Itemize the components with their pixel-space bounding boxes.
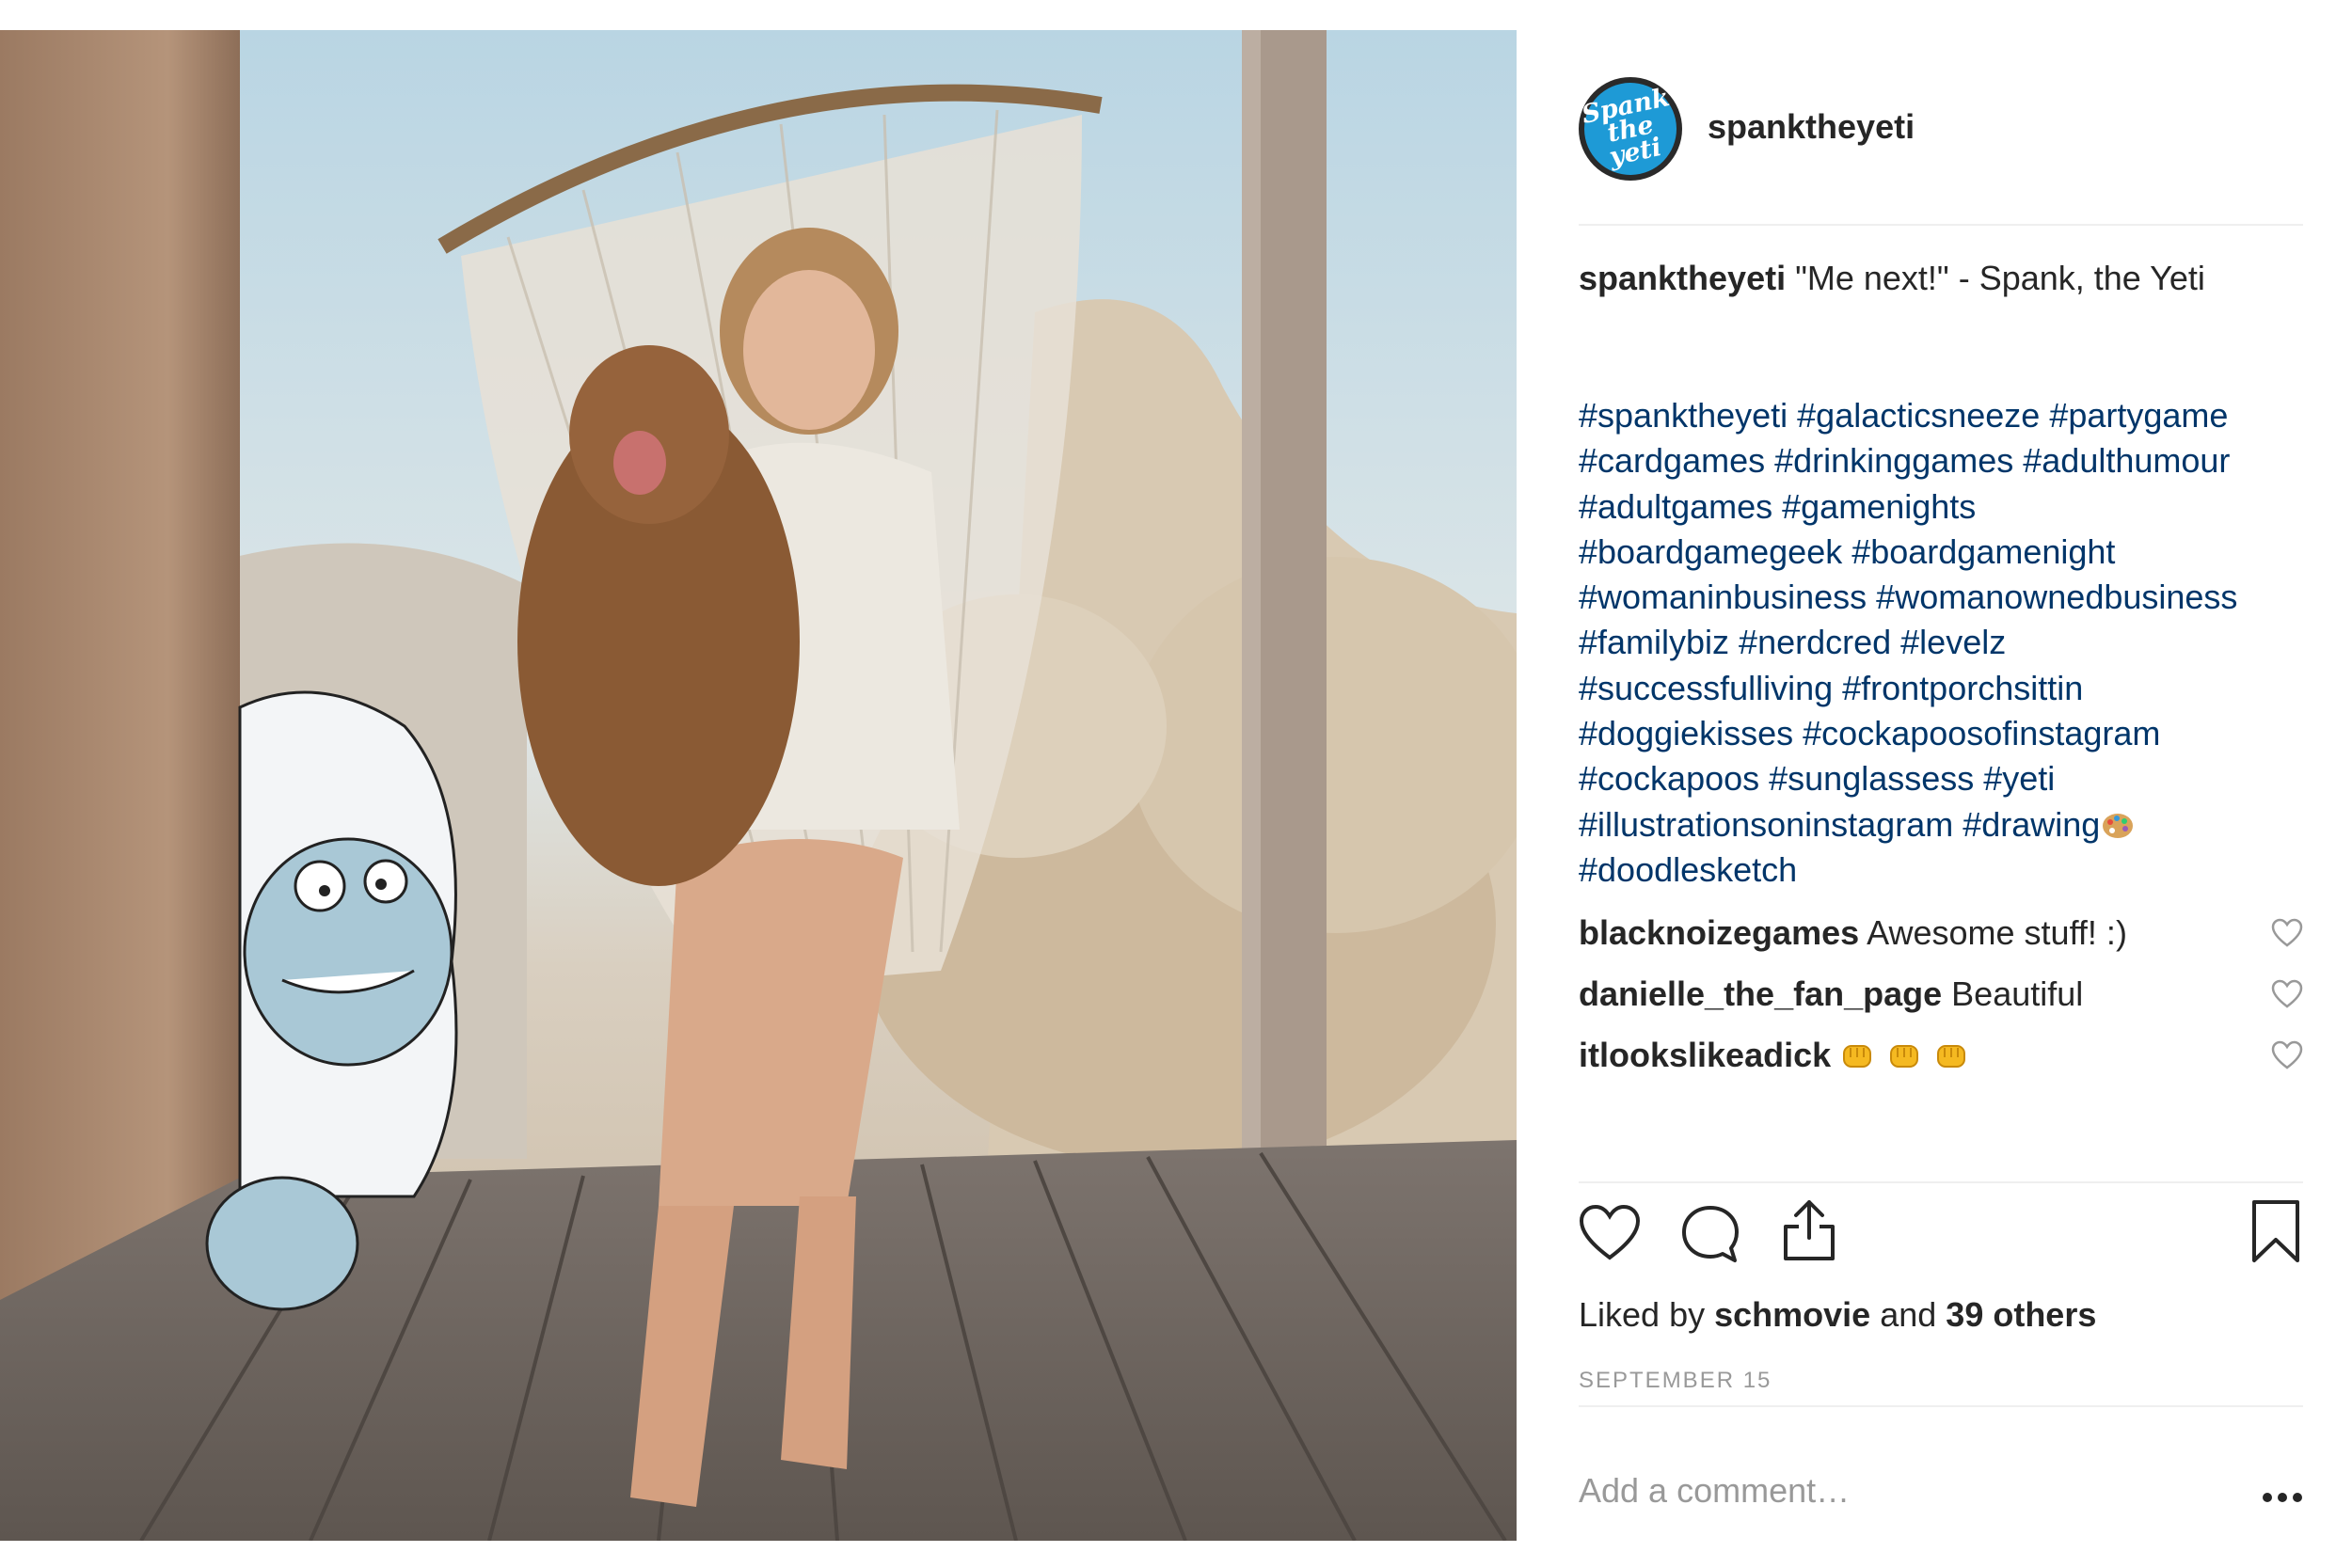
hashtag-line[interactable]: #cockapoos #sunglassess #yeti	[1579, 756, 2303, 801]
hashtag-line[interactable]: #successfulliving #frontporchsittin	[1579, 666, 2303, 711]
hashtag-line[interactable]: #illustrationsoninstagram #drawing	[1579, 805, 2100, 844]
hashtag-line[interactable]: #cardgames #drinkinggames #adulthumour	[1579, 438, 2303, 483]
caption: spanktheyeti "Me next!" - Spank, the Yet…	[1579, 256, 2256, 301]
post-date[interactable]: SEPTEMBER 15	[1579, 1368, 1772, 1394]
hashtag-block: #spanktheyeti #galacticsneeze #partygame…	[1579, 393, 2303, 893]
likes-line: Liked by schmovie and 39 others	[1579, 1292, 2096, 1338]
likes-user[interactable]: schmovie	[1714, 1295, 1870, 1334]
comment-icon[interactable]	[1680, 1204, 1740, 1264]
comment-text: Awesome stuff! :)	[1867, 913, 2127, 952]
action-bar	[1579, 1200, 2303, 1279]
comment-text: Beautiful	[1951, 974, 2084, 1013]
add-comment-input[interactable]	[1579, 1467, 2228, 1514]
comment-emoji-group	[1840, 1036, 1981, 1074]
comment-row: blacknoizegames Awesome stuff! :)	[1579, 911, 2303, 956]
likes-prefix: Liked by	[1579, 1295, 1706, 1334]
comment-username[interactable]: danielle_the_fan_page	[1579, 974, 1942, 1013]
fist-emoji-icon	[1937, 1045, 1966, 1068]
comment-username[interactable]: itlookslikeadick	[1579, 1036, 1831, 1074]
hashtag-line[interactable]: #boardgamegeek #boardgamenight	[1579, 530, 2303, 575]
header-username[interactable]: spanktheyeti	[1708, 107, 1915, 147]
hashtag-line[interactable]: #womaninbusiness #womanownedbusiness	[1579, 575, 2303, 620]
heart-icon[interactable]	[2271, 918, 2303, 948]
likes-others[interactable]: 39 others	[1946, 1295, 2096, 1334]
comment-row: danielle_the_fan_page Beautiful	[1579, 972, 2303, 1017]
likes-joiner: and	[1880, 1295, 1937, 1334]
avatar[interactable]: Spank the yeti	[1579, 77, 1682, 181]
heart-icon[interactable]	[2271, 1040, 2303, 1070]
fist-emoji-icon	[1890, 1045, 1919, 1068]
hashtag-line[interactable]: #familybiz #nerdcred #levelz	[1579, 620, 2303, 665]
palette-emoji-icon	[2103, 813, 2134, 838]
fist-emoji-icon	[1843, 1045, 1872, 1068]
hashtag-line[interactable]: #spanktheyeti #galacticsneeze #partygame	[1579, 393, 2303, 438]
heart-icon[interactable]	[2271, 979, 2303, 1009]
comments-divider	[1579, 1181, 2303, 1183]
bookmark-icon[interactable]	[2250, 1198, 2301, 1264]
hashtag-line[interactable]: #adultgames #gamenights	[1579, 484, 2303, 530]
footer-divider	[1579, 1405, 2303, 1407]
header-divider	[1579, 224, 2303, 226]
heart-icon[interactable]	[1579, 1204, 1641, 1262]
hashtag-line[interactable]: #doodlesketch	[1579, 847, 2303, 893]
post-photo[interactable]	[0, 30, 1517, 1541]
hashtag-line-with-emoji: #illustrationsoninstagram #drawing	[1579, 802, 2303, 847]
post-sidebar: Spank the yeti spanktheyeti spanktheyeti…	[1579, 30, 2303, 1541]
comment-username[interactable]: blacknoizegames	[1579, 913, 1859, 952]
comment-row: itlookslikeadick	[1579, 1033, 2303, 1078]
caption-text: "Me next!" - Spank, the Yeti	[1795, 259, 2205, 297]
hashtag-line[interactable]: #doggiekisses #cockapoosofinstagram	[1579, 711, 2303, 756]
share-icon[interactable]	[1780, 1196, 1838, 1262]
caption-username[interactable]: spanktheyeti	[1579, 259, 1786, 297]
more-icon[interactable]	[2262, 1492, 2303, 1503]
avatar-logo: Spank the yeti	[1579, 77, 1682, 181]
